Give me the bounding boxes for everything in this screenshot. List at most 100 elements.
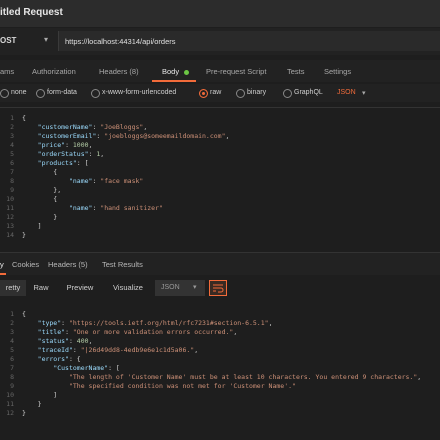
chevron-down-icon[interactable]: ▾ [362,89,366,97]
url-input[interactable]: https://localhost:44314/api/orders [58,31,440,51]
code-line: } [22,400,42,408]
code-line: } [22,213,58,221]
method-select[interactable]: OST [0,36,16,45]
code-line: } [22,409,26,417]
window-title: itled Request [0,7,63,18]
radio-raw[interactable] [199,89,208,98]
line-number: 11 [6,204,14,212]
code-line: } [22,231,26,239]
code-line: { [22,195,58,203]
option-raw[interactable]: raw [210,89,221,96]
line-number: 3 [10,328,14,336]
radio-form-data[interactable] [36,89,45,98]
code-line: "The length of 'Customer Name' must be a… [68,373,422,381]
response-format-label: JSON [161,284,180,291]
wrap-icon [213,284,224,293]
code-line: { [22,168,58,176]
code-line: "CustomerName": [ [53,364,120,372]
line-number: 12 [6,213,14,221]
body-status-dot-icon [184,70,189,75]
line-gutter: 1 2 3 4 5 6 7 8 9 10 11 12 13 14 [0,108,22,248]
code-line: "title": "One or more validation errors … [37,328,238,336]
line-number: 13 [6,222,14,230]
code-line: "name": "hand sanitizer" [68,204,163,212]
tab-headers[interactable]: Headers (8) [99,67,139,76]
code-line: ] [22,391,58,399]
line-number: 4 [10,337,14,345]
code-line: "customerName": "JoeBloggs", [37,123,148,131]
line-number: 2 [10,123,14,131]
response-body-viewer[interactable]: 1 2 3 4 5 6 7 8 9 10 11 12 { "type": "ht… [0,302,440,440]
line-number: 1 [10,310,14,318]
code-line: "The specified condition was not met for… [68,382,296,390]
tab-response-body[interactable]: y [0,260,4,269]
code-line: "orderStatus": 1, [37,150,105,158]
tab-pre-request-script[interactable]: Pre-request Script [206,67,266,76]
option-none[interactable]: none [11,89,27,96]
code-line: "customerEmail": "joebloggs@someemaildom… [37,132,230,140]
option-urlencoded[interactable]: x-www-form-urlencoded [102,89,176,96]
body-options: none form-data x-www-form-urlencoded raw… [0,84,440,102]
request-body-editor[interactable]: 1 2 3 4 5 6 7 8 9 10 11 12 13 14 { "cust… [0,107,440,248]
tab-underline [0,273,6,275]
code-line: "type": "https://tools.ietf.org/html/rfc… [37,319,273,327]
option-graphql[interactable]: GraphQL [294,89,323,96]
line-number: 9 [10,186,14,194]
line-number: 5 [10,346,14,354]
tab-response-headers[interactable]: Headers (5) [48,260,88,269]
line-number: 4 [10,141,14,149]
radio-binary[interactable] [236,89,245,98]
line-number: 3 [10,132,14,140]
line-number: 9 [10,382,14,390]
tab-test-results[interactable]: Test Results [102,260,143,269]
line-number: 6 [10,355,14,363]
code-line: "traceId": "|26d49dd8-4edb9e6e1c1d5a06."… [37,346,199,354]
tab-params[interactable]: ams [0,67,14,76]
option-binary[interactable]: binary [247,89,266,96]
line-number: 7 [10,364,14,372]
tab-underline [152,80,196,82]
line-number: 7 [10,168,14,176]
line-number: 12 [6,409,14,417]
tab-body[interactable]: Body [162,67,179,76]
radio-urlencoded[interactable] [91,89,100,98]
code-line: "price": 1000, [37,141,93,149]
tab-tests[interactable]: Tests [287,67,305,76]
tab-cookies[interactable]: Cookies [12,260,39,269]
code-line: "products": [ [37,159,89,167]
line-number: 8 [10,373,14,381]
wrap-lines-button[interactable] [209,280,227,296]
line-number: 14 [6,231,14,239]
tab-settings[interactable]: Settings [324,67,351,76]
code-line: { [22,310,26,318]
chevron-down-icon[interactable]: ▾ [44,35,48,44]
line-number: 8 [10,177,14,185]
line-number: 11 [6,400,14,408]
code-line: "name": "face mask" [68,177,144,185]
code-line: "errors": { [37,355,81,363]
line-number: 5 [10,150,14,158]
code-line: { [22,114,26,122]
pretty-button[interactable]: retty [0,280,26,296]
visualize-button[interactable]: Visualize [106,280,150,296]
url-text: https://localhost:44314/api/orders [65,37,176,46]
response-toolbar: retty Raw Preview Visualize JSON ▾ [0,276,440,300]
code-line: "status": 400, [37,337,93,345]
radio-graphql[interactable] [283,89,292,98]
option-form-data[interactable]: form-data [47,89,77,96]
radio-none[interactable] [0,89,9,98]
response-format-select[interactable]: JSON ▾ [155,280,205,296]
line-number: 2 [10,319,14,327]
chevron-down-icon: ▾ [193,284,197,291]
preview-button[interactable]: Preview [60,280,100,296]
line-number: 10 [6,391,14,399]
raw-button[interactable]: Raw [28,280,54,296]
code-line: ] [22,222,42,230]
format-select[interactable]: JSON [337,89,356,96]
code-line: }, [22,186,62,194]
tab-authorization[interactable]: Authorization [32,67,76,76]
line-number: 1 [10,114,14,122]
response-tabs: y Cookies Headers (5) Test Results [0,252,440,275]
title-bar [0,0,440,27]
line-number: 6 [10,159,14,167]
